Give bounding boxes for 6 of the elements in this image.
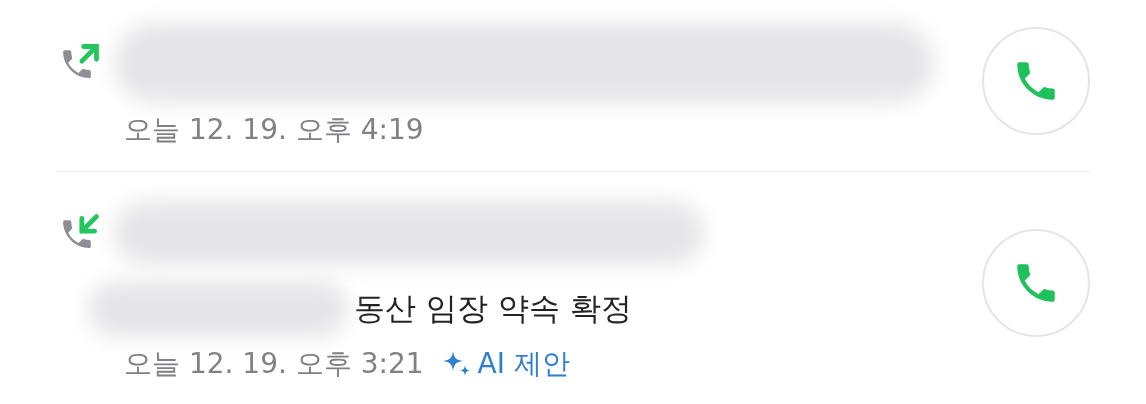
- ai-suggestion-link[interactable]: AI 제안: [441, 345, 570, 383]
- call-summary: 동산 임장 약속 확정: [354, 289, 632, 328]
- call-time: 오늘 12. 19. 오후 3:21: [124, 346, 424, 382]
- call-log-row[interactable]: 동산 임장 약속 확정 오늘 12. 19. 오후 3:21 AI 제안: [58, 171, 1090, 404]
- call-time: 오늘 12. 19. 오후 4:19: [124, 111, 424, 148]
- call-log-row[interactable]: 오늘 12. 19. 오후 4:19: [58, 0, 1090, 171]
